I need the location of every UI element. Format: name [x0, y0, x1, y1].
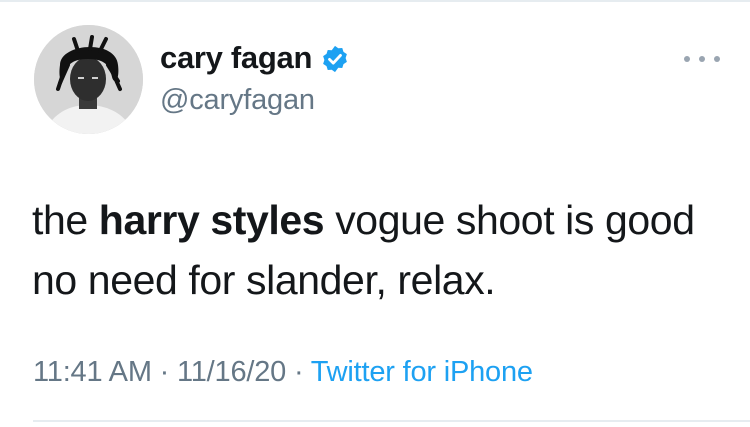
more-dot	[714, 56, 720, 62]
name-row: cary fagan	[160, 40, 350, 76]
tweet-text-before: the	[32, 197, 99, 243]
more-dot	[684, 56, 690, 62]
avatar[interactable]	[34, 25, 143, 134]
tweet-text: the harry styles vogue shoot is good no …	[32, 190, 722, 310]
tweet-time[interactable]: 11:41 AM	[33, 356, 152, 388]
tweet-card: cary fagan @caryfagan the harry styles v…	[0, 0, 750, 427]
bottom-divider	[33, 420, 750, 422]
tweet-date[interactable]: 11/16/20	[177, 356, 286, 388]
meta-separator: ·	[286, 356, 311, 388]
verified-badge-icon	[320, 44, 350, 74]
tweet-source-link[interactable]: Twitter for iPhone	[311, 356, 533, 388]
avatar-portrait	[34, 25, 143, 134]
user-handle[interactable]: @caryfagan	[160, 84, 315, 117]
tweet-text-bold: harry styles	[98, 197, 325, 243]
meta-separator: ·	[151, 356, 177, 388]
more-options-icon[interactable]	[684, 52, 720, 66]
more-dot	[699, 56, 705, 62]
tweet-meta: 11:41 AM · 11/16/20 · Twitter for iPhone	[33, 356, 533, 389]
display-name[interactable]: cary fagan	[160, 40, 312, 76]
